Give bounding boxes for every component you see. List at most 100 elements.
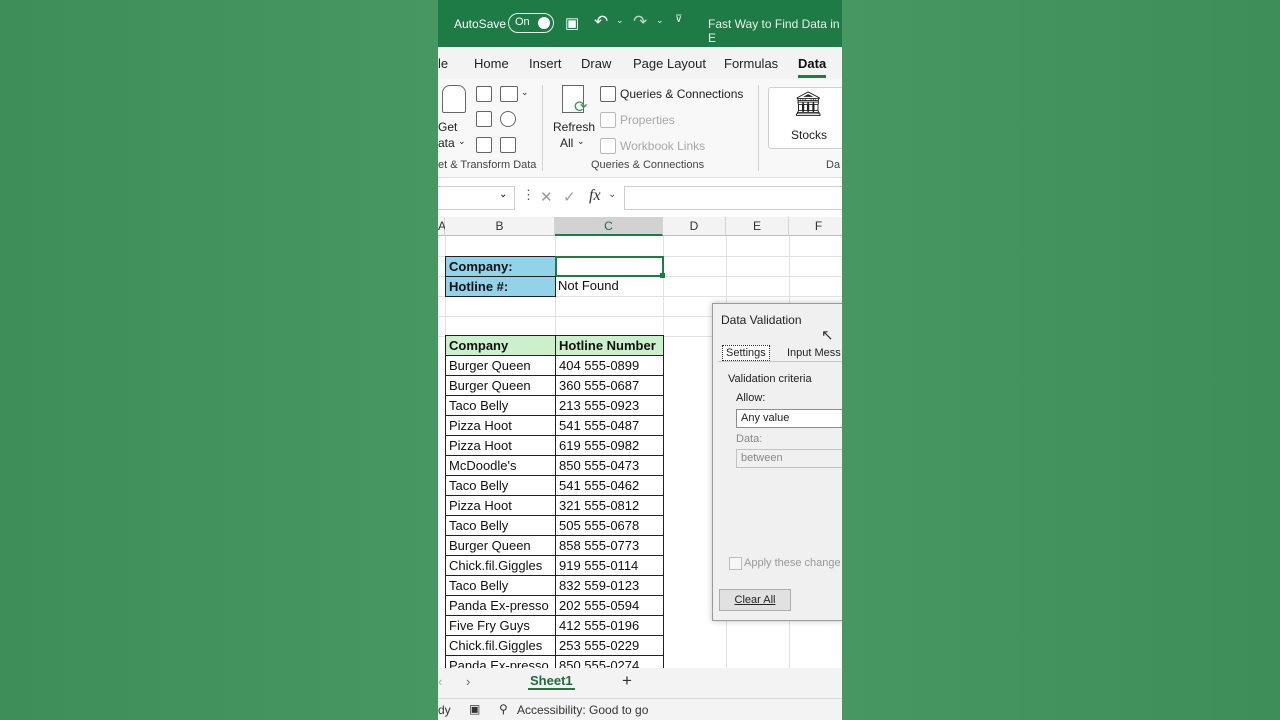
- table-cell-company[interactable]: Pizza Hoot: [445, 435, 556, 456]
- scroll-right-icon[interactable]: ›: [466, 674, 470, 689]
- from-picture-icon[interactable]: [500, 86, 518, 102]
- more-options-icon[interactable]: ⋮: [522, 187, 535, 203]
- table-cell-company[interactable]: Taco Belly: [445, 515, 556, 536]
- name-box-dropdown-icon[interactable]: ⌄: [499, 189, 507, 200]
- insert-function-button[interactable]: fx: [589, 187, 601, 205]
- table-cell-company[interactable]: Panda Ex-presso: [445, 595, 556, 616]
- get-data-label-2[interactable]: ata: [438, 136, 455, 150]
- stocks-icon[interactable]: 🏛: [793, 93, 823, 117]
- tab-draw[interactable]: Draw: [581, 56, 611, 71]
- table-cell-company[interactable]: Burger Queen: [445, 535, 556, 556]
- stocks-button[interactable]: Stocks: [791, 128, 827, 142]
- column-header-a[interactable]: A: [438, 217, 446, 236]
- table-cell-company[interactable]: Pizza Hoot: [445, 495, 556, 516]
- clear-all-button[interactable]: Clear All: [719, 589, 791, 611]
- recent-sources-icon[interactable]: [500, 111, 516, 127]
- table-cell-company[interactable]: Burger Queen: [445, 375, 556, 396]
- fx-dropdown-icon[interactable]: ⌄: [608, 189, 616, 200]
- table-cell-hotline[interactable]: 850 555-0473: [555, 455, 664, 476]
- table-cell-company[interactable]: McDoodle's: [445, 455, 556, 476]
- data-validation-dialog: Data Validation ↖ Settings Input Mess Va…: [712, 303, 842, 621]
- table-cell-company[interactable]: Taco Belly: [445, 575, 556, 596]
- sheet-tab-sheet1[interactable]: Sheet1: [528, 673, 575, 690]
- get-data-dropdown-icon[interactable]: ⌄: [458, 136, 466, 147]
- table-cell-hotline[interactable]: 541 555-0462: [555, 475, 664, 496]
- table-cell-company[interactable]: Five Fry Guys: [445, 615, 556, 636]
- scroll-left-icon[interactable]: ‹: [438, 674, 442, 689]
- background-left: [0, 0, 438, 720]
- status-bar: dy ▣ ⚲ Accessibility: Good to go: [438, 698, 842, 720]
- table-cell-hotline[interactable]: 541 555-0487: [555, 415, 664, 436]
- accessibility-status[interactable]: Accessibility: Good to go: [517, 703, 648, 717]
- undo-icon[interactable]: ↶: [594, 12, 608, 32]
- existing-connections-icon[interactable]: [500, 137, 516, 153]
- tab-home[interactable]: Home: [474, 56, 509, 71]
- column-header-d[interactable]: D: [663, 217, 726, 236]
- table-cell-company[interactable]: Chick.fil.Giggles: [445, 635, 556, 656]
- get-data-label-1[interactable]: Get: [438, 120, 457, 134]
- refresh-dropdown-icon[interactable]: ⌄: [577, 136, 585, 147]
- formula-input[interactable]: [624, 186, 842, 210]
- add-sheet-button[interactable]: +: [622, 671, 632, 691]
- table-cell-hotline[interactable]: 619 555-0982: [555, 435, 664, 456]
- column-header-f[interactable]: F: [789, 217, 842, 236]
- undo-dropdown-icon[interactable]: ⌄: [616, 15, 624, 26]
- status-ready: dy: [438, 703, 451, 717]
- table-cell-hotline[interactable]: 360 555-0687: [555, 375, 664, 396]
- database-icon[interactable]: [442, 85, 466, 113]
- table-header-company[interactable]: Company: [445, 335, 556, 356]
- table-cell-hotline[interactable]: 321 555-0812: [555, 495, 664, 516]
- refresh-label-1[interactable]: Refresh: [553, 120, 595, 134]
- tab-formulas[interactable]: Formulas: [724, 56, 778, 71]
- tab-page-layout[interactable]: Page Layout: [633, 56, 706, 71]
- hotline-label-cell[interactable]: Hotline #:: [445, 276, 556, 297]
- column-header-b[interactable]: B: [445, 217, 555, 236]
- table-cell-hotline[interactable]: 202 555-0594: [555, 595, 664, 616]
- column-header-e[interactable]: E: [726, 217, 789, 236]
- from-text-icon[interactable]: [476, 86, 492, 102]
- table-cell-hotline[interactable]: 213 555-0923: [555, 395, 664, 416]
- cancel-icon[interactable]: ✕: [540, 188, 553, 206]
- save-icon[interactable]: ▣: [565, 14, 579, 32]
- tab-settings[interactable]: Settings: [722, 345, 770, 361]
- autosave-toggle[interactable]: On: [508, 13, 554, 33]
- tab-file[interactable]: le: [438, 56, 448, 71]
- apply-checkbox[interactable]: [729, 557, 742, 570]
- from-web-icon[interactable]: [476, 111, 492, 127]
- table-cell-hotline[interactable]: 253 555-0229: [555, 635, 664, 656]
- enter-icon[interactable]: ✓: [563, 188, 576, 206]
- table-cell-company[interactable]: Pizza Hoot: [445, 415, 556, 436]
- table-cell-company[interactable]: Taco Belly: [445, 475, 556, 496]
- queries-connections-icon[interactable]: [600, 86, 616, 102]
- table-cell-hotline[interactable]: 412 555-0196: [555, 615, 664, 636]
- table-cell-hotline[interactable]: 858 555-0773: [555, 535, 664, 556]
- table-cell-company[interactable]: Taco Belly: [445, 395, 556, 416]
- hotline-result-cell[interactable]: Not Found: [555, 276, 663, 297]
- allow-label: Allow:: [736, 392, 766, 404]
- table-cell-hotline[interactable]: 832 559-0123: [555, 575, 664, 596]
- redo-dropdown-icon[interactable]: ⌄: [656, 15, 664, 26]
- tab-input-message[interactable]: Input Mess: [787, 347, 841, 359]
- company-label-cell[interactable]: Company:: [445, 256, 556, 277]
- tab-insert[interactable]: Insert: [529, 56, 562, 71]
- macro-recording-icon[interactable]: ▣: [469, 702, 480, 716]
- tab-divider: [718, 361, 842, 362]
- table-cell-company[interactable]: Burger Queen: [445, 355, 556, 376]
- redo-icon[interactable]: ↷: [633, 12, 647, 32]
- table-cell-company[interactable]: Chick.fil.Giggles: [445, 555, 556, 576]
- from-table-icon[interactable]: [476, 137, 492, 153]
- customize-toolbar-icon[interactable]: ⊽: [675, 14, 682, 25]
- refresh-label-2[interactable]: All: [560, 136, 573, 150]
- allow-select[interactable]: Any value: [736, 409, 842, 428]
- table-header-hotline[interactable]: Hotline Number: [555, 335, 664, 356]
- company-input-cell[interactable]: [555, 256, 664, 277]
- column-header-c[interactable]: C: [555, 217, 663, 236]
- table-cell-hotline[interactable]: 404 555-0899: [555, 355, 664, 376]
- apply-checkbox-label: Apply these change: [744, 557, 841, 569]
- table-cell-hotline[interactable]: 919 555-0114: [555, 555, 664, 576]
- tab-data[interactable]: Data: [798, 56, 826, 71]
- table-cell-hotline[interactable]: 505 555-0678: [555, 515, 664, 536]
- picture-dropdown-icon[interactable]: ⌄: [521, 87, 529, 98]
- queries-connections-button[interactable]: Queries & Connections: [620, 87, 743, 101]
- accessibility-icon[interactable]: ⚲: [499, 702, 508, 716]
